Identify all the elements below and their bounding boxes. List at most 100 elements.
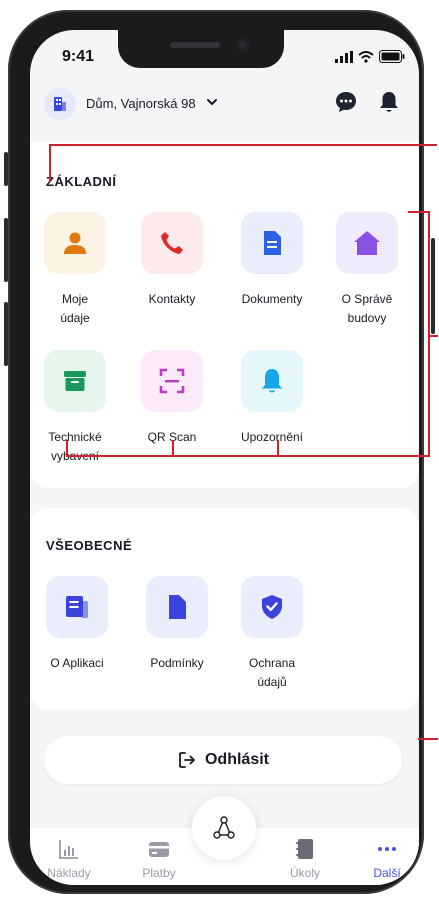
bell-icon (262, 369, 282, 393)
general-section-card: VŠEOBECNÉ O Aplikaci Podmínky Ochrana úd… (30, 508, 419, 710)
tab-tasks[interactable]: Úkoly (270, 838, 340, 880)
building-icon[interactable] (44, 88, 76, 120)
icon-shape (165, 380, 179, 383)
annotation-line (277, 440, 279, 457)
logout-label: Odhlásit (204, 751, 269, 768)
battery-icon (379, 50, 405, 63)
icon-shape (81, 601, 88, 618)
front-camera (236, 38, 250, 52)
tile-icon-box (44, 350, 106, 412)
tile-icon-box (241, 350, 303, 412)
chat-icon[interactable] (334, 90, 358, 114)
tile-label: Kontakty (148, 292, 196, 306)
phone-icon (161, 232, 183, 254)
icon-shape (65, 378, 85, 391)
icon-shape (64, 245, 86, 254)
basic-section-card: ZÁKLADNÍ Moje údaje Kontakty Dokumenty O… (30, 142, 419, 488)
app-info-icon (66, 596, 88, 618)
notebook-icon (296, 839, 313, 859)
tile-qr-scan[interactable]: QR Scan (127, 350, 217, 447)
shield-check-icon (262, 595, 282, 619)
network-icon (213, 816, 235, 839)
icon-shape (169, 595, 186, 619)
phone-notch (118, 30, 284, 68)
speaker-grille (170, 42, 220, 48)
tile-label: Dokumenty (241, 292, 303, 306)
tab-label: Úkoly (289, 866, 320, 880)
tab-label: Platby (142, 866, 176, 880)
tile-label: Moje údaje (60, 292, 90, 325)
annotation-line (66, 440, 68, 457)
logout-icon (179, 752, 195, 768)
tile-terms[interactable]: Podmínky (132, 576, 222, 673)
tile-documents[interactable]: Dokumenty (227, 212, 317, 309)
tile-contacts[interactable]: Kontakty (127, 212, 217, 309)
annotation-line (428, 335, 438, 337)
home-icon (354, 231, 380, 255)
status-time: 9:41 (62, 48, 95, 65)
app-screen: 9:41 Dům, Vajnorská 98 ZÁKLADNÍ Moje úda… (30, 30, 419, 885)
icon-shape (268, 390, 276, 393)
tile-icon-box (241, 212, 303, 274)
tile-icon-box (146, 576, 208, 638)
tab-costs[interactable]: Náklady (34, 838, 104, 880)
notifications-bell-icon[interactable] (378, 90, 400, 114)
tile-label: Ochrana údajů (248, 656, 296, 689)
tile-label: O Správě budovy (341, 292, 393, 325)
archive-icon (64, 371, 86, 391)
tab-payments[interactable]: Platby (124, 838, 194, 880)
tile-icon-box (141, 350, 203, 412)
chevron-down-icon[interactable] (206, 96, 218, 108)
section-title-basic: ZÁKLADNÍ (46, 174, 117, 189)
volume-up-button (4, 218, 8, 282)
power-button (431, 238, 435, 334)
tile-icon-box (336, 212, 398, 274)
annotation-line (418, 738, 438, 740)
tile-icon-box (44, 212, 106, 274)
tile-icon-box (241, 576, 303, 638)
annotation-line (428, 211, 430, 456)
tile-label: O Aplikaci (50, 656, 104, 670)
volume-down-button (4, 302, 8, 366)
icon-shape (64, 371, 86, 377)
header: Dům, Vajnorská 98 (30, 82, 419, 130)
tab-more[interactable]: Další (352, 838, 419, 880)
signal-icon (335, 50, 353, 63)
tile-icon-box (46, 576, 108, 638)
icon-shape (262, 369, 282, 389)
tile-about-app[interactable]: O Aplikaci (32, 576, 122, 673)
logout-button[interactable]: Odhlásit (44, 736, 402, 784)
annotation-line (66, 455, 430, 457)
tile-icon-box (141, 212, 203, 274)
mute-switch (4, 152, 8, 186)
qr-scan-icon (159, 368, 185, 394)
tile-label: Upozornění (240, 430, 304, 444)
community-fab-button[interactable] (192, 796, 256, 860)
tile-technical-equipment[interactable]: Technické vybavení (30, 350, 120, 466)
file-icon (169, 595, 186, 619)
annotation-line (408, 211, 430, 213)
tile-privacy[interactable]: Ochrana údajů (227, 576, 317, 692)
user-icon (64, 232, 86, 254)
card-icon (149, 842, 169, 857)
tab-label: Další (373, 866, 401, 880)
chart-icon (59, 840, 78, 859)
icon-shape (161, 232, 183, 254)
more-icon (378, 847, 396, 851)
tile-notifications[interactable]: Upozornění (227, 350, 317, 447)
building-selector[interactable]: Dům, Vajnorská 98 (86, 96, 196, 111)
wifi-icon (358, 50, 374, 63)
annotation-line (49, 144, 437, 146)
tile-my-data[interactable]: Moje údaje (30, 212, 120, 328)
icon-shape (354, 231, 380, 255)
tab-label: Náklady (47, 866, 91, 880)
icon-shape (69, 232, 81, 244)
tile-label: Technické vybavení (48, 430, 102, 463)
annotation-line (49, 144, 51, 182)
annotation-line (172, 440, 174, 457)
tile-about-management[interactable]: O Správě budovy (322, 212, 412, 328)
status-icons (335, 50, 405, 63)
tile-label: Podmínky (150, 656, 204, 670)
section-title-general: VŠEOBECNÉ (46, 538, 133, 553)
document-icon (264, 231, 281, 255)
